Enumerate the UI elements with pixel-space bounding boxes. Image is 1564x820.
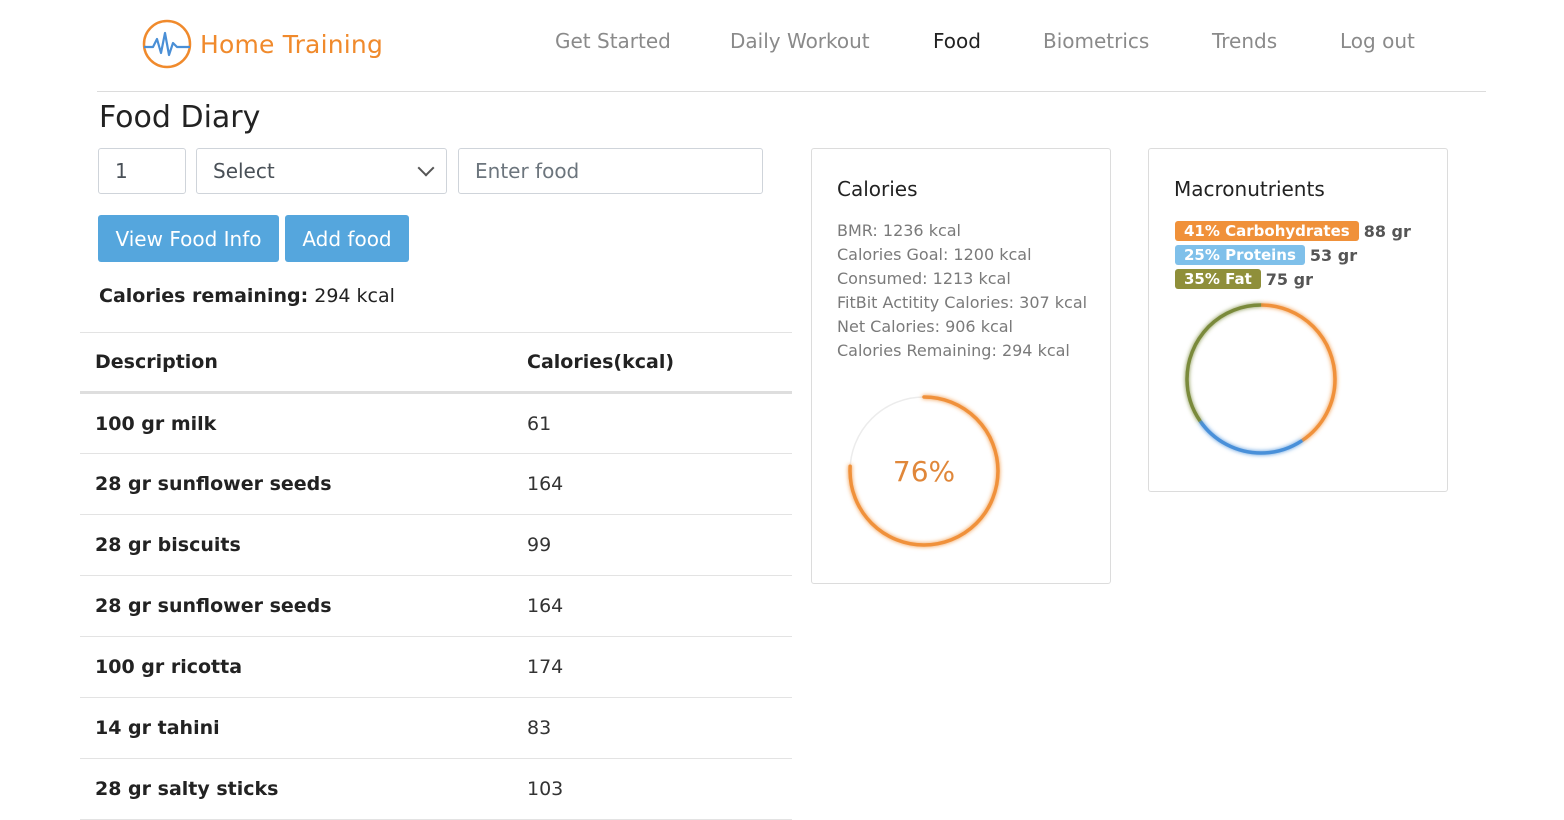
nav-divider [97,91,1486,92]
table-row[interactable]: 100 gr ricotta 174 [80,637,792,698]
stat-bmr: BMR: 1236 kcal [837,221,961,240]
macronutrients-ring [1185,303,1337,455]
stat-calories-remaining: Calories Remaining: 294 kcal [837,341,1070,360]
row-calories: 99 [527,534,552,556]
row-description: 28 gr salty sticks [95,778,279,800]
table-row[interactable]: 14 gr tahini 83 [80,698,792,759]
row-calories: 83 [527,717,552,739]
heartbeat-icon [142,19,192,69]
calories-card: Calories BMR: 1236 kcal Calories Goal: 1… [811,148,1111,584]
header-calories[interactable]: Calories(kcal) [512,333,792,393]
macro-carbohydrates: 41% Carbohydrates 88 gr [1175,220,1411,242]
table-row[interactable]: 28 gr biscuits 99 [80,515,792,576]
stat-calories-goal: Calories Goal: 1200 kcal [837,245,1032,264]
carbohydrates-amount: 88 gr [1363,221,1411,241]
header-description[interactable]: Description [80,333,512,393]
fat-badge: 35% Fat [1175,269,1261,289]
row-description: 100 gr ricotta [95,656,243,678]
proteins-badge: 25% Proteins [1175,245,1305,265]
nav-food[interactable]: Food [933,29,981,53]
table-row[interactable]: 100 gr milk 61 [80,393,792,454]
macro-fat: 35% Fat 75 gr [1175,268,1313,290]
unit-select-value: Select [213,159,275,183]
brand-logo[interactable]: Home Training [140,16,383,72]
add-food-button[interactable]: Add food [285,215,409,262]
food-table: Description Calories(kcal) 100 gr milk 61… [80,332,792,820]
calories-remaining-label: Calories remaining: [99,285,309,307]
proteins-amount: 53 gr [1309,245,1358,265]
row-description: 14 gr tahini [95,717,220,739]
row-description: 28 gr sunflower seeds [95,595,332,617]
macronutrients-card: Macronutrients 41% Carbohydrates 88 gr 2… [1148,148,1448,492]
row-description: 100 gr milk [95,412,217,435]
table-row[interactable]: 28 gr sunflower seeds 164 [80,454,792,515]
chevron-down-icon [417,159,435,177]
quantity-input[interactable] [98,148,186,194]
row-description: 28 gr sunflower seeds [95,473,332,495]
row-description: 28 gr biscuits [95,534,241,556]
stat-fitbit-activity: FitBit Actitity Calories: 307 kcal [837,293,1088,312]
page-title: Food Diary [99,100,261,135]
row-calories: 174 [527,656,564,678]
row-calories: 164 [527,473,564,495]
nav-daily-workout[interactable]: Daily Workout [730,29,870,53]
row-calories: 164 [527,595,564,617]
calories-remaining: Calories remaining: 294 kcal [99,285,395,307]
food-input[interactable] [458,148,763,194]
brand-name: Home Training [200,29,384,59]
macro-proteins: 25% Proteins 53 gr [1175,244,1357,266]
navbar: Home Training Get Started Daily Workout … [0,0,1564,92]
nav-get-started[interactable]: Get Started [555,29,671,53]
stat-net-calories: Net Calories: 906 kcal [837,317,1013,336]
calories-percent-label: 76% [893,455,955,488]
row-calories: 61 [527,412,552,435]
table-row[interactable]: 28 gr salty sticks 103 [80,759,792,820]
view-food-info-button[interactable]: View Food Info [98,215,279,262]
calories-remaining-value: 294 kcal [314,285,395,307]
nav-biometrics[interactable]: Biometrics [1043,29,1149,53]
fat-amount: 75 gr [1265,269,1313,289]
nav-trends[interactable]: Trends [1212,29,1277,53]
stat-consumed: Consumed: 1213 kcal [837,269,1011,288]
table-row[interactable]: 28 gr sunflower seeds 164 [80,576,792,637]
unit-select[interactable]: Select [196,148,447,194]
table-header-row: Description Calories(kcal) [80,332,792,393]
row-calories: 103 [527,778,564,800]
carbohydrates-badge: 41% Carbohydrates [1175,221,1359,241]
calories-progress-ring: 76% [848,395,1000,547]
nav-log-out[interactable]: Log out [1340,29,1415,53]
macronutrients-card-title: Macronutrients [1174,177,1325,201]
calories-card-title: Calories [837,177,918,201]
